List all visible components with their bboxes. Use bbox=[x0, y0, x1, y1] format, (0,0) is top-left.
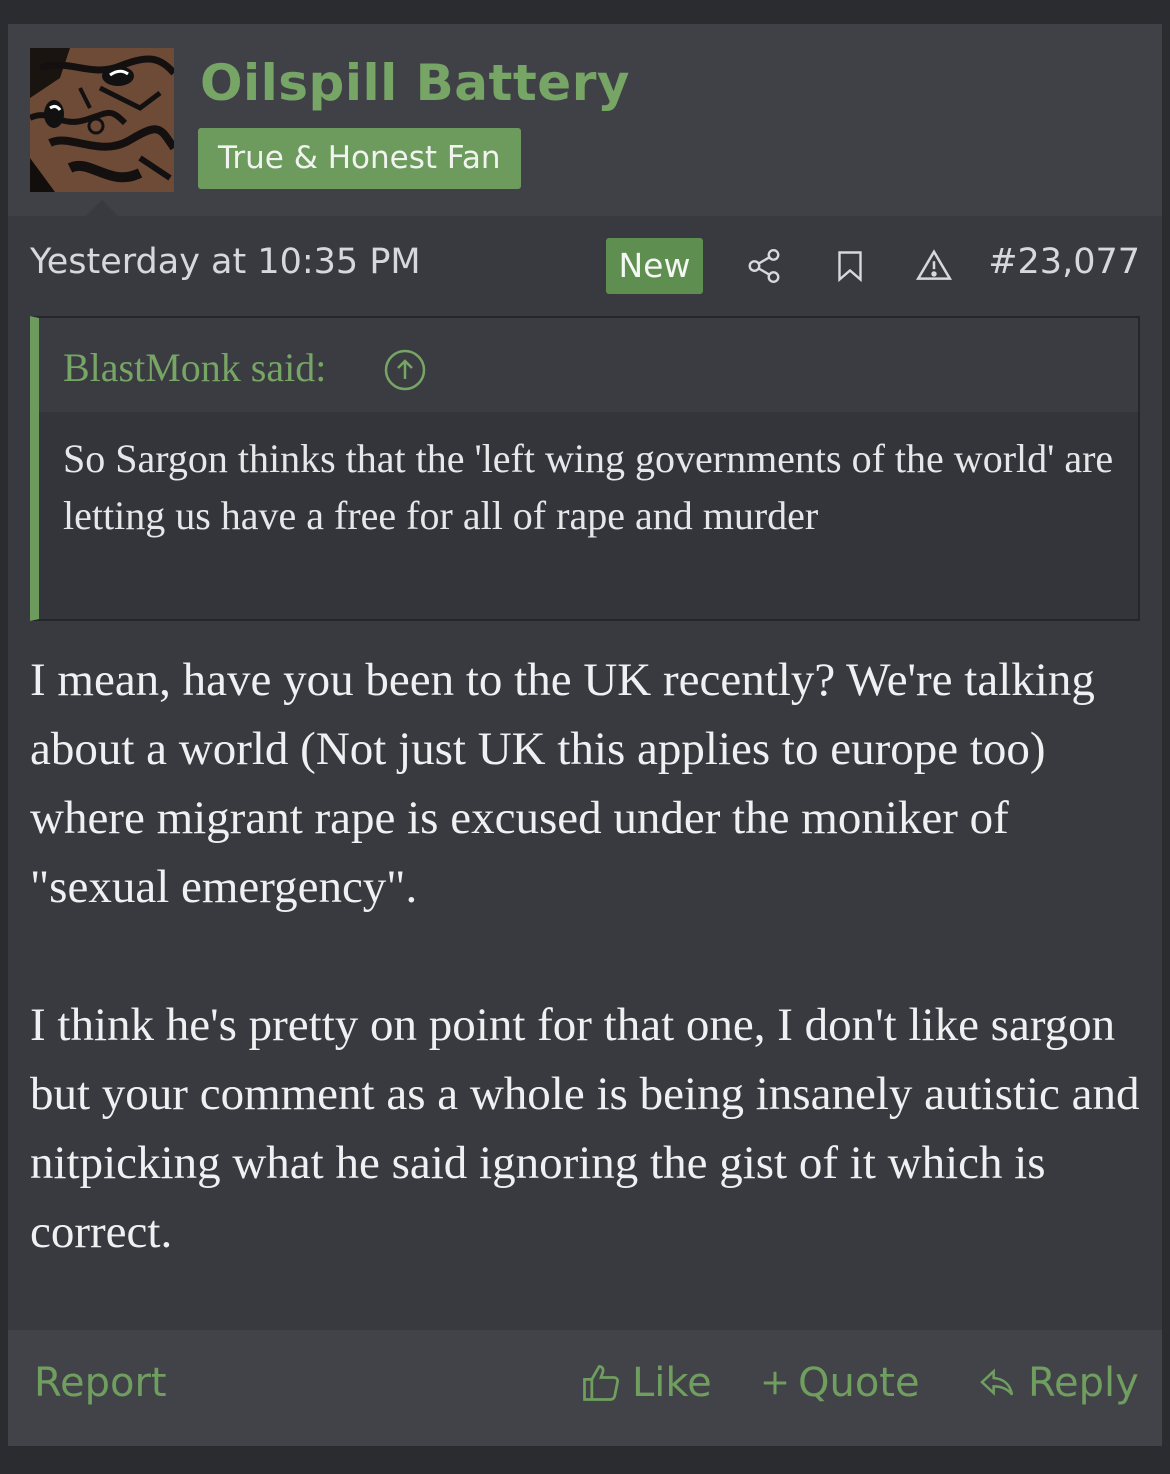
report-button[interactable]: Report bbox=[34, 1360, 167, 1406]
header-arrow bbox=[86, 200, 118, 216]
reply-label: Reply bbox=[1028, 1360, 1139, 1406]
share-icon[interactable] bbox=[744, 246, 784, 286]
like-label: Like bbox=[632, 1360, 712, 1406]
user-header: Oilspill Battery True & Honest Fan bbox=[8, 24, 1162, 216]
like-button[interactable]: Like bbox=[578, 1360, 712, 1406]
post-number[interactable]: #23,077 bbox=[988, 242, 1140, 282]
bookmark-icon[interactable] bbox=[830, 246, 870, 286]
reply-button[interactable]: Reply bbox=[974, 1360, 1139, 1406]
quote-author[interactable]: BlastMonk said: bbox=[63, 344, 326, 391]
quote-button[interactable]: Quote bbox=[760, 1360, 920, 1406]
new-badge: New bbox=[606, 238, 703, 294]
thumbs-up-icon bbox=[583, 1365, 619, 1401]
user-title-badge: True & Honest Fan bbox=[198, 128, 521, 189]
post: Oilspill Battery True & Honest Fan Yeste… bbox=[8, 24, 1162, 1446]
post-footer: Report Like Quote Reply bbox=[8, 1330, 1162, 1446]
post-timestamp[interactable]: Yesterday at 10:35 PM bbox=[30, 242, 421, 282]
warning-icon[interactable] bbox=[914, 246, 954, 286]
message-body: I mean, have you been to the UK recently… bbox=[30, 646, 1145, 1336]
message-paragraph: I think he's pretty on point for that on… bbox=[30, 999, 1140, 1258]
message-paragraph: I mean, have you been to the UK recently… bbox=[30, 654, 1095, 913]
quote-jump-up-icon[interactable] bbox=[383, 348, 427, 392]
quote-block: BlastMonk said: So Sargon thinks that th… bbox=[30, 316, 1140, 621]
reply-arrow-icon bbox=[980, 1368, 1014, 1396]
quote-text: So Sargon thinks that the 'left wing gov… bbox=[63, 436, 1114, 538]
username[interactable]: Oilspill Battery bbox=[200, 54, 630, 112]
quote-header: BlastMonk said: bbox=[39, 318, 1138, 412]
avatar[interactable] bbox=[30, 48, 174, 192]
plus-icon bbox=[763, 1371, 787, 1395]
quote-label: Quote bbox=[798, 1360, 920, 1406]
report-label: Report bbox=[34, 1360, 167, 1406]
